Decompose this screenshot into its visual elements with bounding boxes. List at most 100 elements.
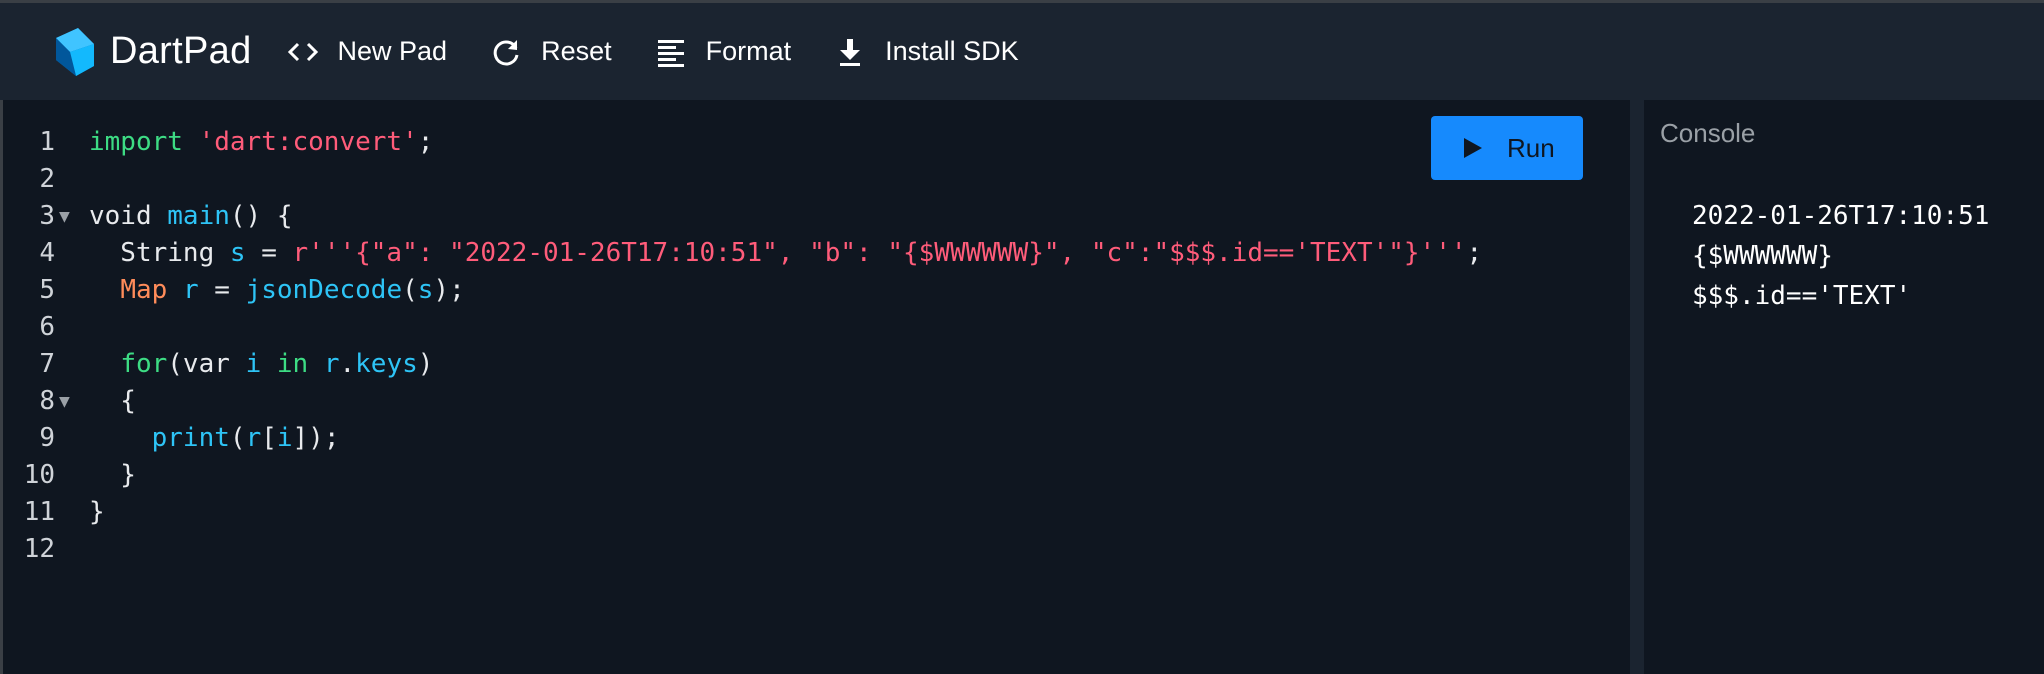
code-token: { bbox=[89, 386, 136, 416]
line-number: 8 ▼ bbox=[3, 383, 83, 420]
fold-toggle-icon[interactable]: ▼ bbox=[59, 383, 70, 420]
code-token: void bbox=[89, 201, 168, 231]
code-token: main bbox=[167, 201, 230, 231]
line-number-text: 2 bbox=[39, 164, 55, 194]
code-token: ]); bbox=[292, 423, 340, 453]
reset-button[interactable]: Reset bbox=[489, 22, 612, 82]
line-number: 12 bbox=[3, 531, 83, 568]
dart-logo-icon bbox=[56, 27, 94, 76]
line-number-text: 11 bbox=[23, 497, 55, 527]
line-number: 10 bbox=[3, 457, 83, 494]
code-token: r'''{"a": "2022-01-26T17:10:51", "b": "{… bbox=[292, 238, 1467, 268]
line-number-gutter: 1 2 3 ▼ 4 5 6 7 8 ▼ 9 10 11 12 bbox=[3, 124, 83, 568]
line-number: 4 bbox=[3, 235, 83, 272]
new-pad-button[interactable]: New Pad bbox=[286, 22, 447, 82]
console-title: Console bbox=[1660, 118, 1756, 148]
code-token: r bbox=[182, 275, 199, 305]
play-icon bbox=[1464, 138, 1482, 158]
code-line: } bbox=[89, 457, 1482, 494]
code-token: ); bbox=[433, 275, 465, 305]
code-brackets-icon bbox=[286, 35, 320, 69]
code-token: Map bbox=[120, 275, 168, 305]
line-number-text: 8 bbox=[39, 386, 55, 416]
code-token: } bbox=[89, 460, 136, 490]
code-area[interactable]: import 'dart:convert'; void main() { Stri… bbox=[89, 124, 1482, 568]
code-token: ; bbox=[417, 127, 434, 157]
code-line: import 'dart:convert'; bbox=[89, 124, 1482, 161]
format-button[interactable]: Format bbox=[654, 22, 792, 82]
line-number-text: 10 bbox=[23, 460, 55, 490]
run-button[interactable]: Run bbox=[1431, 116, 1583, 180]
code-token: keys bbox=[355, 349, 418, 379]
code-token: s bbox=[229, 238, 246, 268]
code-token: ; bbox=[1466, 238, 1483, 268]
code-token: () { bbox=[229, 201, 293, 231]
console-line: $$$.id=='TEXT' bbox=[1692, 281, 1912, 311]
code-line: void main() { bbox=[89, 198, 1482, 235]
code-line: String s = r'''{"a": "2022-01-26T17:10:5… bbox=[89, 235, 1482, 272]
code-token: i bbox=[276, 423, 293, 453]
code-token: . bbox=[339, 349, 356, 379]
line-number: 6 bbox=[3, 309, 83, 346]
line-number-text: 3 bbox=[39, 201, 55, 231]
code-editor[interactable]: 1 2 3 ▼ 4 5 6 7 8 ▼ 9 10 11 12 import 'dart:convert';… bbox=[0, 100, 1630, 674]
code-token: (var bbox=[167, 349, 246, 379]
code-line: } bbox=[89, 494, 1482, 531]
code-token: ( bbox=[402, 275, 418, 305]
brand[interactable]: DartPad bbox=[48, 26, 252, 78]
code-token: 'dart:convert' bbox=[198, 127, 418, 157]
code-token: print bbox=[151, 423, 230, 453]
code-line: print(r[i]); bbox=[89, 420, 1482, 457]
code-token: [ bbox=[261, 423, 277, 453]
code-token: r bbox=[323, 349, 340, 379]
line-number-text: 4 bbox=[39, 238, 55, 268]
code-token: for bbox=[120, 349, 168, 379]
code-token: jsonDecode bbox=[245, 275, 403, 305]
console-line: {$WWWWWW} bbox=[1692, 241, 1833, 271]
code-token: } bbox=[89, 497, 105, 527]
line-number-text: 5 bbox=[39, 275, 55, 305]
line-number-text: 6 bbox=[39, 312, 55, 342]
run-label: Run bbox=[1507, 132, 1555, 163]
refresh-icon bbox=[489, 35, 523, 69]
code-token: = bbox=[198, 275, 246, 305]
code-token: ( bbox=[229, 423, 246, 453]
code-line: { bbox=[89, 383, 1482, 420]
line-number: 7 bbox=[3, 346, 83, 383]
console-line: 2022-01-26T17:10:51 bbox=[1692, 201, 1990, 231]
line-number-text: 1 bbox=[39, 127, 55, 157]
line-number-text: 12 bbox=[23, 534, 55, 564]
code-line: for(var i in r.keys) bbox=[89, 346, 1482, 383]
code-token: in bbox=[276, 349, 309, 379]
install-sdk-label: Install SDK bbox=[885, 36, 1019, 66]
panel-splitter[interactable] bbox=[1630, 100, 1644, 674]
line-number: 5 bbox=[3, 272, 83, 309]
line-number-text: 7 bbox=[39, 349, 55, 379]
line-number: 11 bbox=[3, 494, 83, 531]
code-token: import bbox=[89, 127, 183, 157]
code-token: ) bbox=[417, 349, 434, 379]
format-label: Format bbox=[705, 36, 792, 66]
code-token: String bbox=[89, 238, 230, 268]
top-toolbar: DartPad New Pad Reset Format Install SDK bbox=[0, 0, 2044, 100]
install-sdk-button[interactable]: Install SDK bbox=[833, 22, 1019, 82]
line-number: 3 ▼ bbox=[3, 198, 83, 235]
console-output: 2022-01-26T17:10:51 {$WWWWWW} $$$.id=='TEX… bbox=[1692, 196, 1989, 316]
fold-toggle-icon[interactable]: ▼ bbox=[59, 198, 70, 235]
line-number-text: 9 bbox=[39, 423, 55, 453]
code-token: r bbox=[245, 423, 262, 453]
line-number: 2 bbox=[3, 161, 83, 198]
console-panel: Console 2022-01-26T17:10:51 {$WWWWWW} $$$.… bbox=[1644, 100, 2044, 674]
code-token: i bbox=[245, 349, 262, 379]
download-icon bbox=[833, 35, 867, 69]
